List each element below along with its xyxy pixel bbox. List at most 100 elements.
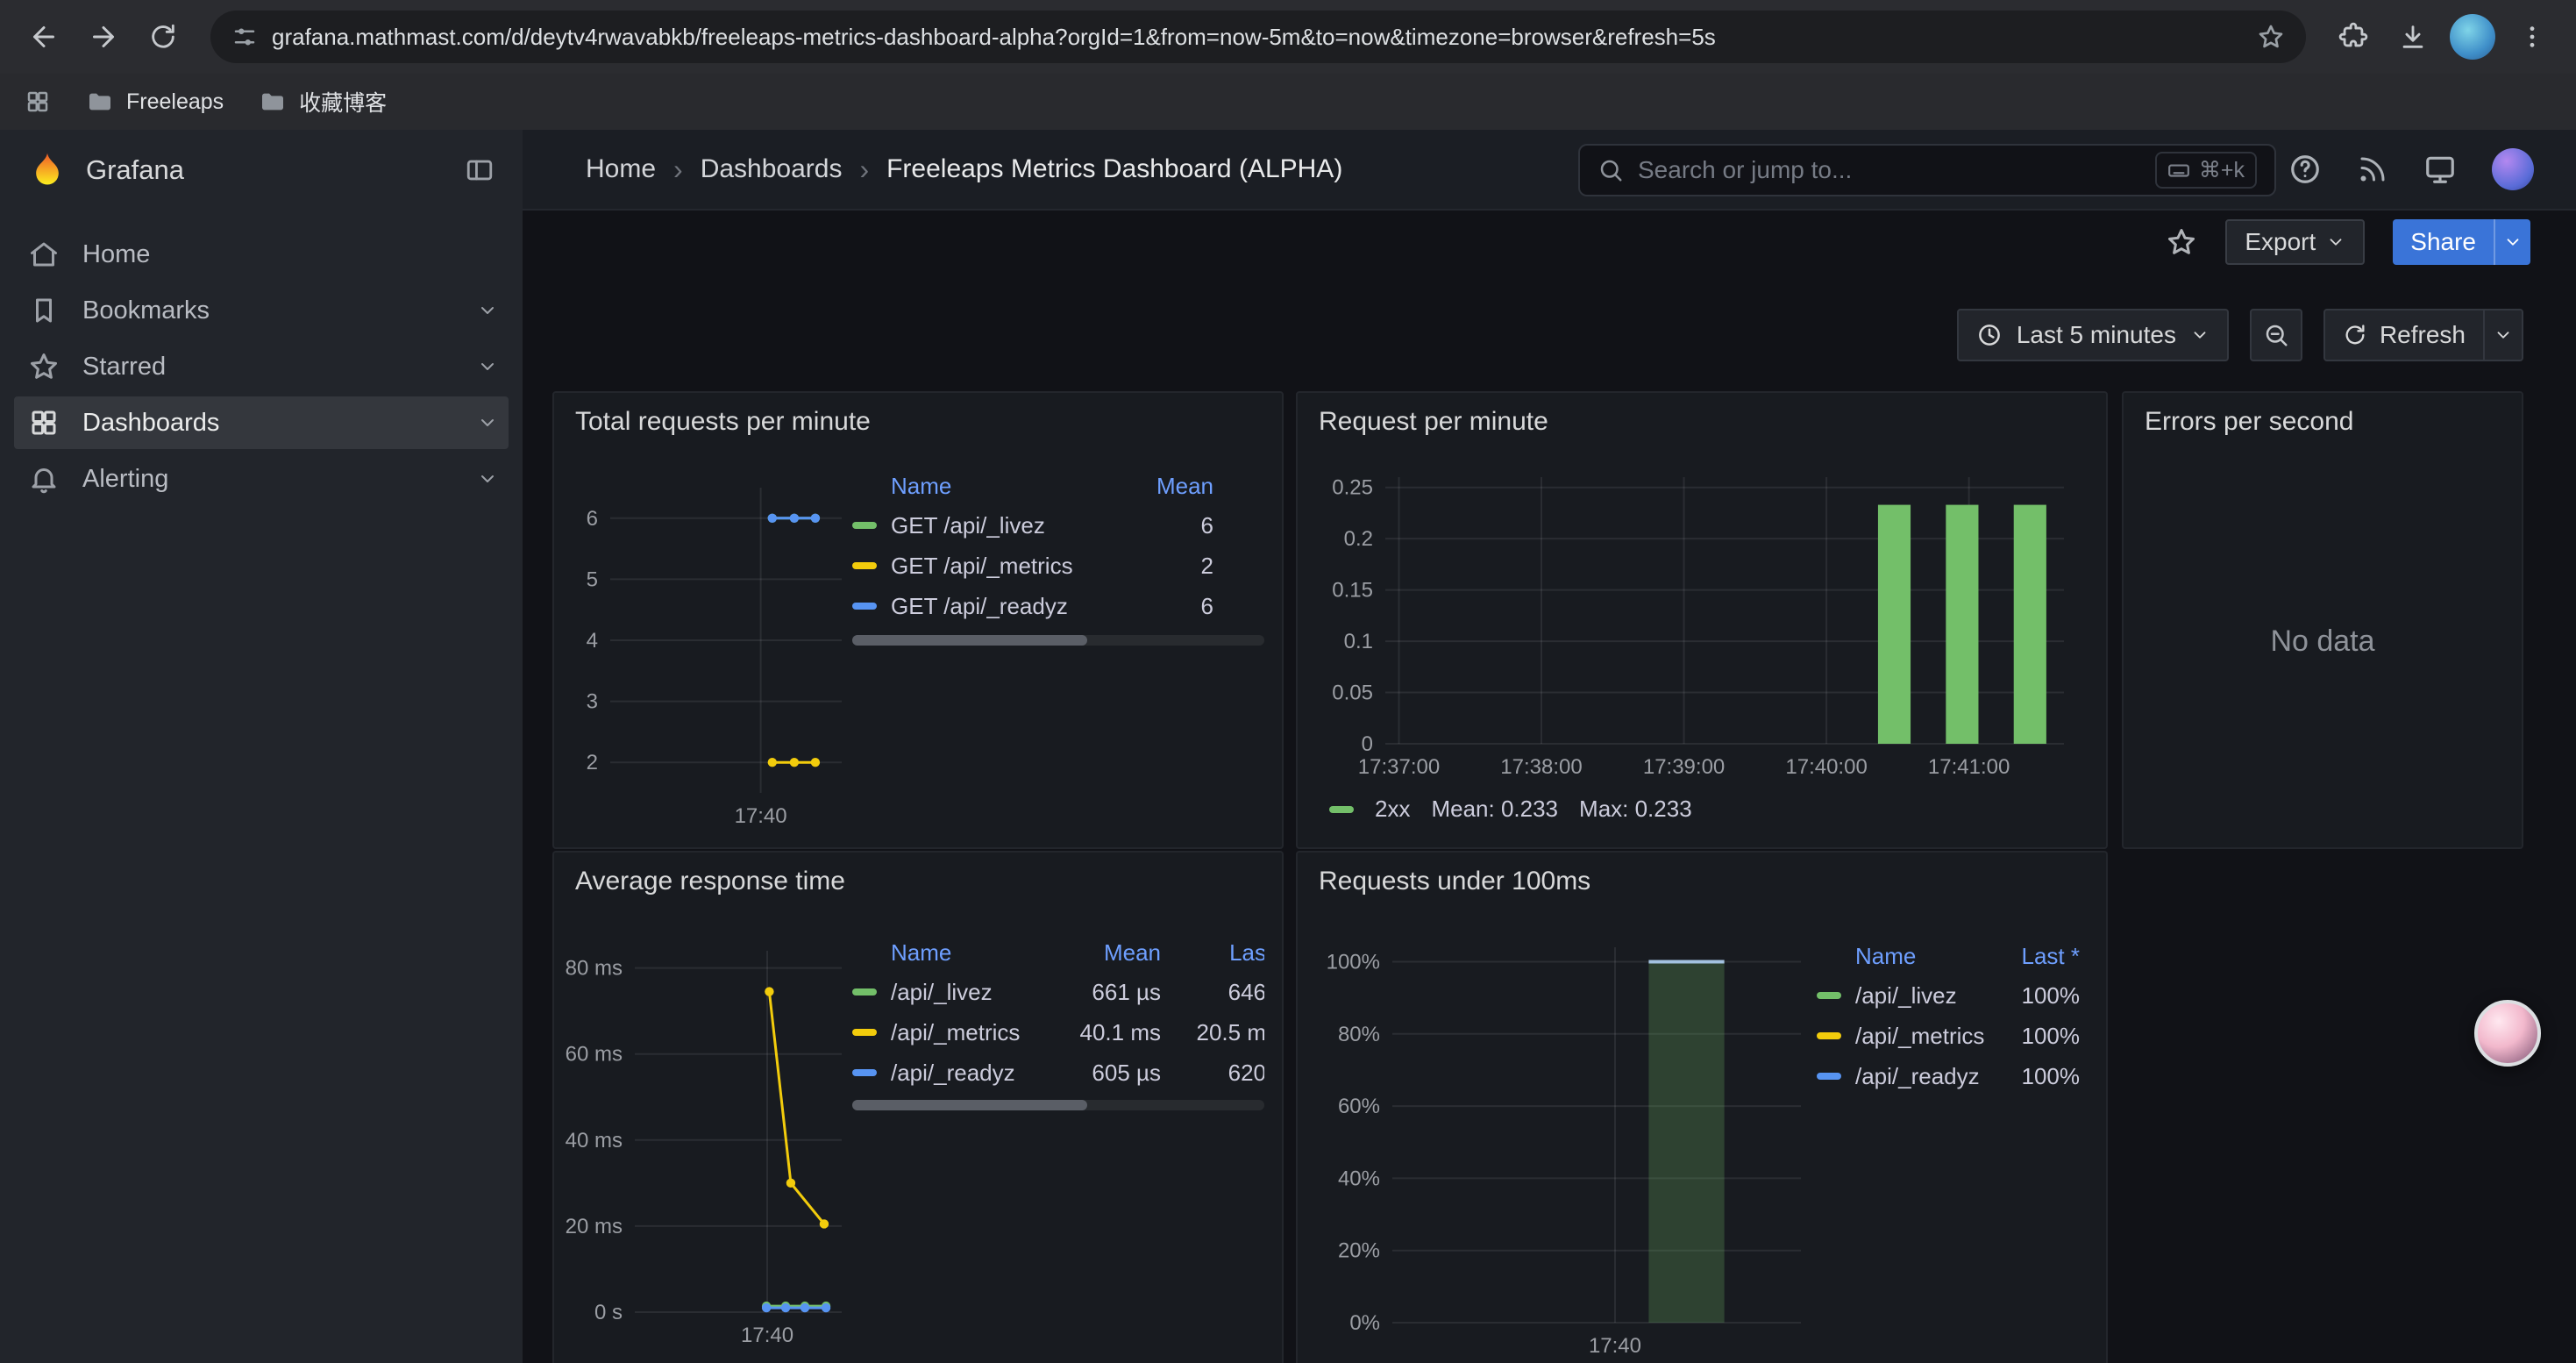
bookmark-folder-blogs[interactable]: 收藏博客 bbox=[259, 86, 387, 118]
series-name[interactable]: /api/_livez bbox=[1855, 982, 2003, 1010]
help-button[interactable] bbox=[2288, 153, 2322, 186]
legend-row[interactable]: /api/_livez100% bbox=[1817, 975, 2089, 1016]
collapse-sidebar-button[interactable] bbox=[465, 155, 495, 185]
share-menu-button[interactable] bbox=[2495, 219, 2530, 265]
refresh-button[interactable]: Refresh bbox=[2325, 310, 2483, 360]
sidebar-item-alerting[interactable]: Alerting bbox=[14, 453, 509, 505]
panel-title[interactable]: Request per minute bbox=[1319, 407, 1548, 437]
series-value: 6 bbox=[1098, 512, 1213, 539]
zoom-out-time-button[interactable] bbox=[2250, 309, 2302, 361]
sidebar-item-bookmarks[interactable]: Bookmarks bbox=[14, 284, 509, 337]
series-value: 605 µs bbox=[1059, 1060, 1161, 1087]
bookmark-star-icon[interactable] bbox=[2257, 23, 2285, 51]
site-settings-icon[interactable] bbox=[231, 24, 258, 50]
series-swatch bbox=[1817, 992, 1841, 999]
svg-text:6: 6 bbox=[587, 507, 598, 531]
scrollbar-thumb[interactable] bbox=[852, 635, 1087, 646]
refresh-label: Refresh bbox=[2380, 321, 2466, 349]
panel-title[interactable]: Total requests per minute bbox=[575, 407, 871, 437]
news-button[interactable] bbox=[2357, 153, 2388, 185]
forward-button[interactable] bbox=[77, 11, 130, 63]
extensions-button[interactable] bbox=[2327, 11, 2380, 63]
panel-title[interactable]: Errors per second bbox=[2145, 407, 2353, 437]
panel-request-per-minute: Request per minute 00.050.10.150.20.2517… bbox=[1296, 391, 2108, 849]
legend-header: NameMean bbox=[852, 467, 1264, 505]
user-avatar[interactable] bbox=[2492, 148, 2534, 190]
legend-row[interactable]: GET /api/_readyz6 bbox=[852, 586, 1264, 626]
bookmark-folder-freeleaps[interactable]: Freeleaps bbox=[86, 88, 224, 116]
profile-button[interactable] bbox=[2446, 11, 2499, 63]
export-button[interactable]: Export bbox=[2225, 219, 2365, 265]
reload-button[interactable] bbox=[137, 11, 189, 63]
time-range-picker[interactable]: Last 5 minutes bbox=[1957, 309, 2229, 361]
back-button[interactable] bbox=[18, 11, 70, 63]
browser-menu-button[interactable] bbox=[2506, 11, 2558, 63]
series-name[interactable]: /api/_livez bbox=[891, 979, 1059, 1006]
legend-row[interactable]: /api/_readyz100% bbox=[1817, 1056, 2089, 1096]
no-data-message: No data bbox=[2124, 624, 2522, 659]
svg-text:0.2: 0.2 bbox=[1344, 527, 1373, 551]
breadcrumb-dashboards[interactable]: Dashboards bbox=[701, 154, 843, 184]
breadcrumb-home[interactable]: Home bbox=[586, 154, 656, 184]
series-mean: Mean: 0.233 bbox=[1431, 796, 1558, 823]
sidebar-item-dashboards[interactable]: Dashboards bbox=[14, 396, 509, 449]
legend-row[interactable]: /api/_readyz605 µs620 bbox=[852, 1053, 1264, 1093]
legend-scrollbar[interactable] bbox=[852, 635, 1264, 646]
series-name[interactable]: /api/_metrics bbox=[1855, 1023, 2003, 1050]
series-name[interactable]: /api/_readyz bbox=[891, 1060, 1059, 1087]
legend-value-header[interactable]: Last * bbox=[2003, 943, 2080, 970]
legend-row[interactable]: GET /api/_livez6 bbox=[852, 505, 1264, 546]
share-button[interactable]: Share bbox=[2393, 219, 2530, 265]
request-per-minute-chart[interactable]: 00.050.10.150.20.2517:37:0017:38:0017:39… bbox=[1315, 463, 2092, 796]
legend-row[interactable]: GET /api/_metrics2 bbox=[852, 546, 1264, 586]
series-name[interactable]: GET /api/_metrics bbox=[891, 553, 1098, 580]
legend-value-header[interactable]: Mean bbox=[1098, 473, 1213, 500]
chevron-down-icon[interactable] bbox=[477, 412, 498, 433]
scrollbar-thumb[interactable] bbox=[852, 1100, 1087, 1110]
legend-name-header[interactable]: Name bbox=[891, 939, 1059, 967]
legend-row[interactable]: /api/_metrics100% bbox=[1817, 1016, 2089, 1056]
sidebar-item-starred[interactable]: Starred bbox=[14, 340, 509, 393]
legend-row[interactable]: /api/_metrics40.1 ms20.5 m bbox=[852, 1012, 1264, 1053]
floating-avatar[interactable] bbox=[2474, 1000, 2541, 1067]
series-name[interactable]: GET /api/_livez bbox=[891, 512, 1098, 539]
requests-under-100ms-chart[interactable]: 0%20%40%60%80%100%17:40 bbox=[1315, 937, 1815, 1363]
search-input[interactable] bbox=[1638, 156, 2141, 184]
sidebar-item-home[interactable]: Home bbox=[14, 228, 509, 281]
url-bar[interactable]: grafana.mathmast.com/d/deytv4rwavabkb/fr… bbox=[210, 11, 2306, 63]
series-name[interactable]: GET /api/_readyz bbox=[891, 593, 1098, 620]
favorite-dashboard-button[interactable] bbox=[2166, 226, 2197, 258]
legend-name-header[interactable]: Name bbox=[1855, 943, 2003, 970]
downloads-button[interactable] bbox=[2387, 11, 2439, 63]
total-requests-chart[interactable]: 2345617:40 bbox=[565, 467, 856, 838]
share-label[interactable]: Share bbox=[2393, 219, 2494, 265]
grafana-logo[interactable] bbox=[28, 151, 67, 189]
series-name[interactable]: /api/_readyz bbox=[1855, 1063, 2003, 1090]
legend-header: NameMeanLas bbox=[852, 933, 1264, 972]
download-icon bbox=[2398, 22, 2428, 52]
panel-title[interactable]: Requests under 100ms bbox=[1319, 867, 1590, 896]
display-button[interactable] bbox=[2423, 153, 2457, 186]
search-box[interactable]: ⌘+k bbox=[1578, 144, 2276, 196]
average-response-time-chart[interactable]: 0 s20 ms40 ms60 ms80 ms17:40 bbox=[565, 933, 856, 1361]
legend-scrollbar[interactable] bbox=[852, 1100, 1264, 1110]
series-swatch bbox=[852, 603, 877, 610]
chevron-down-icon[interactable] bbox=[477, 300, 498, 321]
legend-name-header[interactable]: Name bbox=[891, 473, 1098, 500]
url-text[interactable]: grafana.mathmast.com/d/deytv4rwavabkb/fr… bbox=[272, 24, 2243, 51]
svg-text:2: 2 bbox=[587, 751, 598, 774]
series-name[interactable]: 2xx bbox=[1375, 796, 1410, 823]
refresh-interval-button[interactable] bbox=[2483, 310, 2522, 360]
series-name[interactable]: /api/_metrics bbox=[891, 1019, 1059, 1046]
series-value: 100% bbox=[2003, 982, 2080, 1010]
legend-row[interactable]: /api/_livez661 µs646 bbox=[852, 972, 1264, 1012]
panel-title[interactable]: Average response time bbox=[575, 867, 845, 896]
legend-value-header[interactable]: Mean bbox=[1059, 939, 1161, 967]
chevron-down-icon[interactable] bbox=[477, 356, 498, 377]
legend-row[interactable]: 2xx Mean: 0.233 Max: 0.233 bbox=[1329, 796, 1692, 823]
reload-icon bbox=[148, 22, 178, 52]
legend-value-header[interactable]: Las bbox=[1161, 939, 1264, 967]
apps-grid-icon[interactable] bbox=[25, 89, 51, 115]
series-value: 661 µs bbox=[1059, 979, 1161, 1006]
chevron-down-icon[interactable] bbox=[477, 468, 498, 489]
